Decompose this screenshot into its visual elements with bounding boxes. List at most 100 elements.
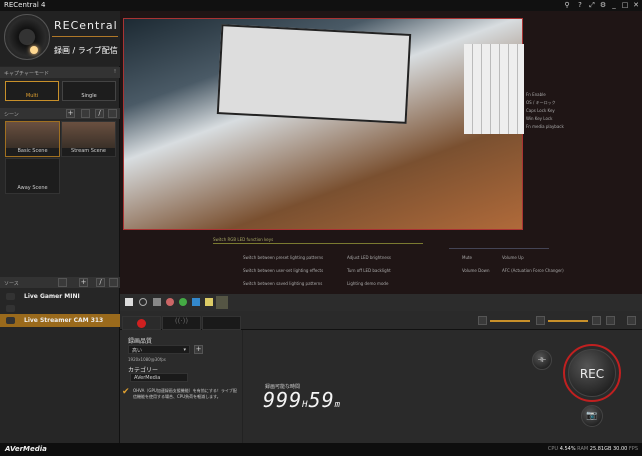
rec-button[interactable]: REC [563, 344, 621, 402]
scene-basic[interactable]: Basic Scene [5, 121, 60, 157]
category-input[interactable]: AVerMedia [130, 373, 188, 382]
split-button[interactable]: ⟛ [532, 350, 552, 370]
record-icon [137, 319, 146, 328]
note: OS / キーロック [526, 100, 556, 105]
scene-label: Basic Scene [17, 148, 48, 154]
minimize-button[interactable]: _ [609, 1, 619, 10]
source-label: Live Gamer MINI [24, 293, 80, 300]
minutes-unit: m [334, 400, 342, 410]
window-title: RECentral 4 [4, 1, 46, 9]
add-source-button[interactable]: + [79, 278, 88, 287]
capture-mode-header: キャプチャーモード! [0, 67, 120, 78]
performance-stats: CPU 4.54% RAM 25.81GB 30.00 FPS [548, 446, 638, 452]
scene-stream[interactable]: Stream Scene [61, 121, 116, 157]
fps-value: 30.00 [613, 446, 628, 452]
help-right1: Mute Volume Down [450, 251, 489, 277]
help-text: Mute [462, 255, 473, 260]
gpu-note: OHVA（GPU加速録画支援機能）を有効にする！ライブ配信機能を使用する場合、C… [133, 388, 237, 399]
microphone-icon[interactable] [478, 316, 487, 325]
speaker-icon[interactable] [536, 316, 545, 325]
help-title: Switch RGB LED function keys [213, 237, 274, 242]
cpu-value: 4.54% [559, 446, 576, 452]
ram-value: 25.81GB [589, 446, 612, 452]
avermedia-logo: AVerMedia [5, 445, 47, 453]
delete-scene-icon[interactable] [108, 109, 117, 118]
quality-select[interactable]: 高い ▾ [128, 345, 190, 354]
minutes: 59 [308, 388, 335, 412]
side-notes: Fn Enable OS / キーロック Caps Lock Key Win K… [526, 91, 564, 131]
checkbox-checked-icon[interactable]: ✔ [122, 387, 130, 397]
close-button[interactable]: ✕ [631, 1, 641, 10]
help-text: Adjust LED brightness [347, 255, 391, 260]
speaker-volume-slider[interactable] [548, 320, 588, 322]
help-text: Volume Up [502, 255, 524, 260]
help-left: Switch between preset lighting patterns … [213, 251, 323, 290]
help-text: Volume Down [462, 268, 490, 273]
tab-stream[interactable]: ((·)) [162, 316, 201, 330]
help-text: Switch between saved lighting patterns [243, 281, 323, 286]
single-mode-button[interactable]: Single [62, 81, 116, 101]
help-mid: Adjust LED brightness Turn off LED backl… [317, 251, 391, 290]
maximize-button[interactable]: □ [620, 1, 630, 10]
quality-value: 高い [132, 348, 143, 354]
settings-icon[interactable]: ⚙ [598, 1, 608, 10]
mode-title: 録画 / ライブ配信 [54, 46, 118, 55]
chrome-icon [179, 298, 187, 306]
mic-volume-slider[interactable] [490, 320, 530, 322]
help-text: AFC (Actuation Force Changer) [502, 268, 564, 273]
note: Fn media playback [526, 124, 564, 129]
pin-icon[interactable]: ⚲ [562, 1, 572, 10]
fullscreen-icon[interactable] [627, 316, 636, 325]
info-icon[interactable]: ! [114, 69, 116, 75]
link-icon[interactable]: ⤢ [587, 1, 597, 10]
divider [213, 243, 423, 244]
scene-away[interactable]: Away Scene [5, 158, 60, 194]
folder-icon [205, 298, 213, 306]
help-text: Turn off LED backlight [347, 268, 391, 273]
preview-area: Fn Enable OS / キーロック Caps Lock Key Win K… [120, 11, 642, 294]
record-settings: 録画品質 高い ▾ + 1920x1080@30fps カテゴリー AVerMed… [120, 330, 242, 443]
note: Fn Enable [526, 92, 546, 97]
snapshot-camera-button[interactable]: 📷 [581, 405, 603, 427]
stream-icon: ((·)) [174, 317, 189, 325]
eye-icon[interactable] [6, 317, 15, 324]
help-text: Switch between preset lighting patterns [243, 255, 324, 260]
source-item[interactable]: Live Gamer MINI [0, 290, 120, 302]
scene-user-icon[interactable] [81, 109, 90, 118]
camera-preview [123, 18, 524, 230]
add-scene-button[interactable]: + [66, 109, 75, 118]
brand-header: RECentral 録画 / ライブ配信 [0, 11, 120, 66]
resolution-text: 1920x1080@30fps [128, 357, 166, 362]
divider [449, 248, 549, 249]
scene-label: シーン [4, 112, 19, 118]
audio-mixer-icon[interactable] [606, 316, 615, 325]
source-item-selected[interactable]: Live Streamer CAM 313 [0, 314, 120, 327]
multi-mode-button[interactable]: Multi [5, 81, 59, 101]
info-icon[interactable]: ? [575, 1, 585, 10]
source-layer-icon[interactable] [58, 278, 67, 287]
left-panel: RECentral 録画 / ライブ配信 キャプチャーモード! Multi Si… [0, 11, 120, 443]
scene-label: Stream Scene [71, 148, 106, 154]
help-text: Switch between user-set lighting effects [243, 268, 324, 273]
remaining-time: 999H59m [263, 388, 341, 412]
source-item[interactable] [0, 302, 120, 314]
tab-capture[interactable] [202, 316, 241, 330]
rec-label: REC [568, 349, 616, 397]
quality-label: 録画品質 [128, 338, 153, 345]
eye-icon[interactable] [6, 293, 15, 300]
eye-icon[interactable] [6, 305, 15, 312]
category-value: AVerMedia [134, 375, 161, 381]
recentral-icon [216, 296, 228, 309]
mode-dial[interactable] [4, 14, 50, 60]
note: Caps Lock Key [526, 108, 555, 113]
edit-scene-icon[interactable]: / [95, 109, 104, 118]
add-quality-button[interactable]: + [194, 345, 203, 354]
status-bar: AVerMedia CPU 4.54% RAM 25.81GB 30.00 FP… [0, 443, 642, 456]
single-label: Single [81, 93, 97, 99]
delete-source-icon[interactable] [109, 278, 118, 287]
brand-logo: RECentral [54, 19, 118, 32]
edit-source-icon[interactable]: / [96, 278, 105, 287]
headphone-icon[interactable] [592, 316, 601, 325]
divider [52, 36, 118, 37]
tab-record[interactable] [122, 316, 161, 330]
